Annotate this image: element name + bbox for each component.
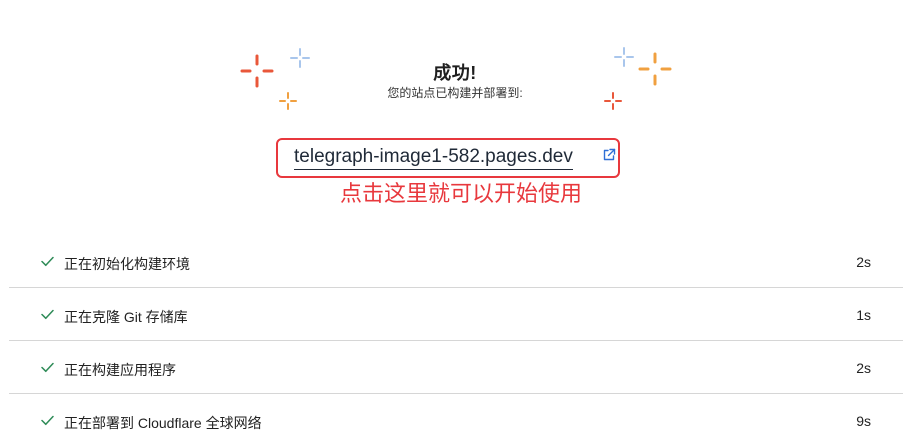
- build-step-label: 正在初始化构建环境: [64, 256, 190, 272]
- build-step-duration: 1s: [856, 307, 871, 323]
- external-link-icon[interactable]: [602, 148, 616, 162]
- deployment-success-page: 成功! 您的站点已构建并部署到: telegraph-image1-582.pa…: [0, 0, 910, 444]
- usage-annotation: 点击这里就可以开始使用: [340, 181, 583, 206]
- success-title: 成功!: [433, 63, 477, 83]
- site-url-link[interactable]: telegraph-image1-582.pages.dev: [294, 145, 573, 170]
- build-step-duration: 2s: [856, 254, 871, 270]
- check-icon: [41, 256, 54, 267]
- build-steps-list: 正在初始化构建环境 2s 正在克隆 Git 存储库 1s 正在构建应用程序 2s…: [9, 235, 903, 444]
- build-step: 正在构建应用程序 2s: [9, 341, 903, 394]
- check-icon: [41, 415, 54, 426]
- build-step-duration: 9s: [856, 413, 871, 429]
- build-step-label: 正在部署到 Cloudflare 全球网络: [64, 415, 262, 431]
- build-step: 正在部署到 Cloudflare 全球网络 9s: [9, 394, 903, 444]
- build-step-label: 正在克隆 Git 存储库: [64, 309, 188, 325]
- build-step-label: 正在构建应用程序: [64, 362, 176, 378]
- build-step: 正在克隆 Git 存储库 1s: [9, 288, 903, 341]
- success-subtitle: 您的站点已构建并部署到:: [387, 86, 523, 100]
- check-icon: [41, 362, 54, 373]
- check-icon: [41, 309, 54, 320]
- build-step-duration: 2s: [856, 360, 871, 376]
- build-step: 正在初始化构建环境 2s: [9, 235, 903, 288]
